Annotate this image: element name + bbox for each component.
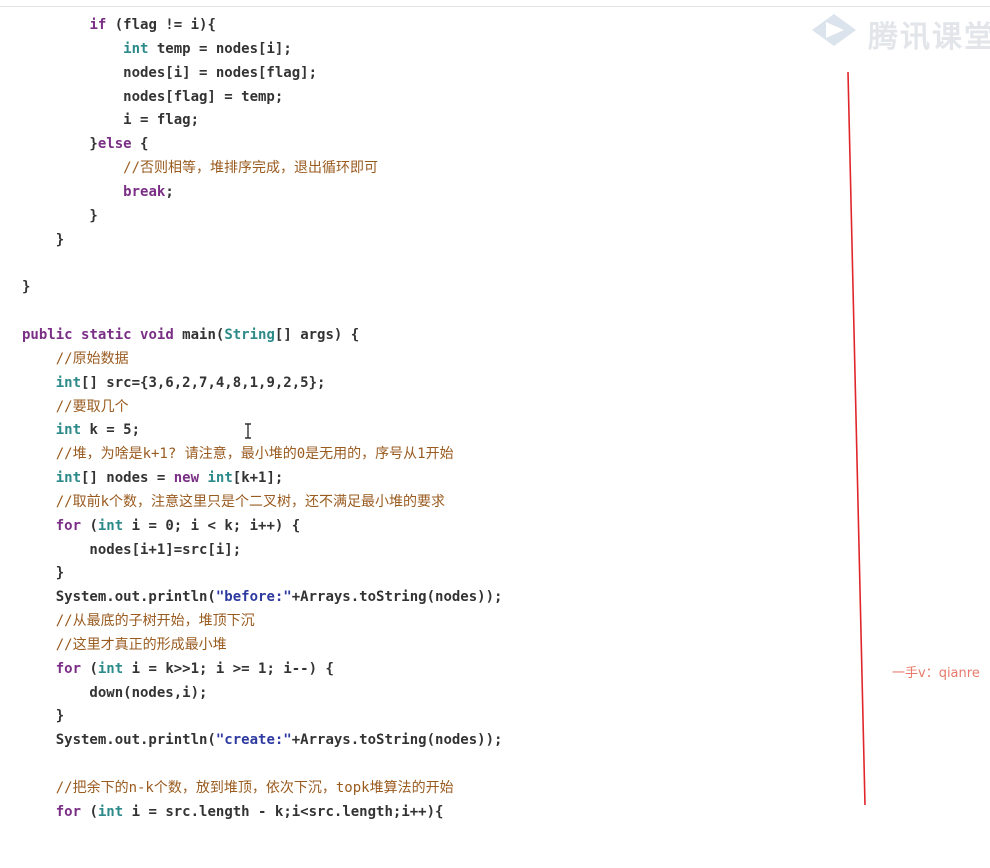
video-frame: if (flag != i){ int temp = nodes[i]; nod… — [0, 0, 990, 868]
annotation-red-line — [847, 71, 866, 806]
text-cursor-icon — [245, 423, 251, 439]
watermark-text: 一手v：qianre — [892, 666, 980, 681]
